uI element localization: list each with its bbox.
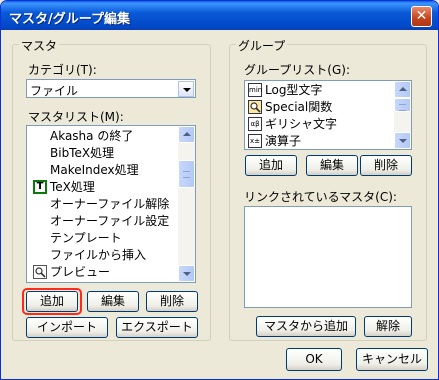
scroll-thumb[interactable] — [178, 160, 195, 188]
magnifier-icon — [248, 100, 262, 114]
list-item[interactable]: プレビュー — [33, 264, 110, 281]
list-item[interactable]: αβ ギリシャ文字 — [248, 116, 337, 133]
scroll-thumb[interactable] — [394, 98, 411, 112]
group-edit-button[interactable]: 編集 — [306, 155, 358, 176]
preview-icon — [33, 265, 47, 279]
group-legend: グループ — [236, 37, 288, 54]
close-icon: ✕ — [415, 8, 428, 24]
group-delete-button[interactable]: 削除 — [360, 155, 412, 176]
close-button[interactable]: ✕ — [411, 6, 432, 27]
greek-icon: αβ — [248, 117, 262, 131]
master-list[interactable]: Akasha の終了 BibTeX処理 MakeIndex処理 T TeX処理 … — [26, 125, 196, 283]
list-item[interactable]: x± 演算子 — [248, 133, 301, 149]
dialog-window: マスタ/グループ編集 ✕ マスタ カテゴリ(T): ファイル マスタリスト(M)… — [0, 0, 439, 380]
add-from-master-button[interactable]: マスタから追加 — [256, 316, 356, 337]
list-item[interactable]: テンプレート — [50, 230, 122, 247]
cancel-button[interactable]: キャンセル — [356, 348, 428, 371]
scroll-down-button[interactable] — [394, 132, 411, 149]
list-item[interactable]: Akasha の終了 — [50, 128, 133, 145]
group-add-button[interactable]: 追加 — [245, 155, 297, 176]
master-list-label: マスタリスト(M): — [28, 110, 124, 124]
scroll-down-button[interactable] — [178, 265, 195, 282]
list-item[interactable]: ファイルから挿入 — [50, 247, 146, 264]
list-item[interactable]: MakeIndex処理 — [50, 162, 139, 179]
list-item[interactable]: Special関数 — [248, 99, 332, 116]
list-item[interactable]: min Log型文字 — [248, 82, 322, 99]
export-button[interactable]: エクスポート — [116, 317, 198, 338]
min-icon: min — [248, 83, 262, 97]
list-item[interactable]: オーナーファイル解除 — [50, 196, 169, 213]
list-item[interactable]: BibTeX処理 — [50, 145, 114, 162]
master-edit-button[interactable]: 編集 — [87, 291, 139, 312]
category-value: ファイル — [30, 84, 79, 98]
linked-master-list[interactable] — [244, 206, 412, 308]
list-item[interactable]: オーナーファイル設定 — [50, 213, 169, 230]
master-add-button[interactable]: 追加 — [26, 291, 78, 312]
scroll-up-button[interactable] — [394, 81, 411, 98]
master-delete-button[interactable]: 削除 — [146, 291, 198, 312]
group-list-label: グループリスト(G): — [244, 63, 350, 77]
list-item[interactable]: T TeX処理 — [33, 179, 95, 196]
scroll-up-button[interactable] — [178, 126, 195, 143]
linked-master-label: リンクされているマスタ(C): — [244, 190, 397, 204]
group-list-scrollbar[interactable] — [394, 81, 411, 149]
title-bar[interactable]: マスタ/グループ編集 ✕ — [1, 1, 438, 30]
ok-button[interactable]: OK — [286, 348, 342, 371]
remove-link-button[interactable]: 解除 — [364, 316, 412, 337]
chevron-down-icon[interactable] — [178, 81, 194, 97]
category-label: カテゴリ(T): — [28, 63, 97, 77]
import-button[interactable]: インポート — [26, 317, 108, 338]
tex-icon: T — [33, 180, 47, 194]
category-select[interactable]: ファイル — [26, 79, 196, 98]
group-list[interactable]: min Log型文字 Special関数 αβ ギリシャ文字 x± 演算子 — [244, 80, 412, 150]
operator-icon: x± — [248, 134, 262, 148]
master-legend: マスタ — [19, 37, 60, 54]
window-title: マスタ/グループ編集 — [9, 12, 130, 27]
master-list-scrollbar[interactable] — [178, 126, 195, 282]
